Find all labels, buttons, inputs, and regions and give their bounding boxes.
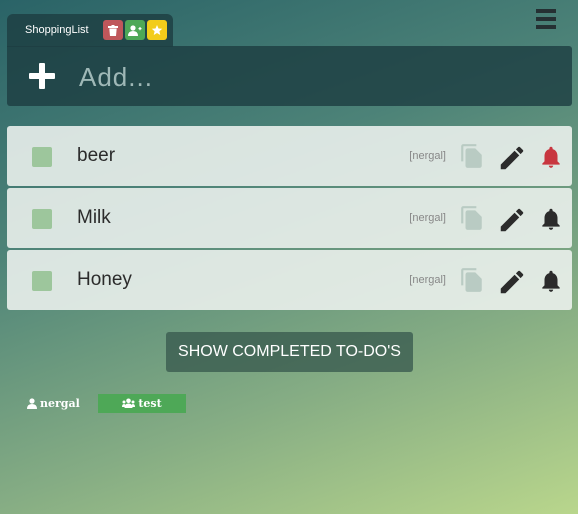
bell-icon[interactable]	[538, 267, 564, 295]
plus-icon[interactable]	[27, 61, 57, 91]
todo-item: beer [nergal]	[7, 126, 572, 186]
show-completed-button[interactable]: SHOW COMPLETED TO-DO'S	[166, 332, 413, 372]
item-checkbox[interactable]	[32, 271, 52, 291]
add-item-input[interactable]	[77, 56, 551, 98]
user-name: nergal	[40, 397, 80, 410]
bell-icon[interactable]	[538, 205, 564, 233]
share-list-button[interactable]	[125, 20, 145, 40]
item-owner: [nergal]	[409, 212, 446, 224]
edit-icon[interactable]	[497, 143, 527, 173]
edit-icon[interactable]	[497, 267, 527, 297]
user-tag-nergal[interactable]: nergal	[27, 394, 80, 413]
group-icon	[122, 398, 136, 408]
user-name: test	[138, 397, 162, 410]
item-owner: [nergal]	[409, 150, 446, 162]
item-owner: [nergal]	[409, 274, 446, 286]
favorite-list-button[interactable]	[147, 20, 167, 40]
todo-item: Honey [nergal]	[7, 250, 572, 310]
edit-icon[interactable]	[497, 205, 527, 235]
list-tab[interactable]: ShoppingList	[7, 14, 173, 47]
copy-icon[interactable]	[459, 143, 485, 169]
item-label: Honey	[77, 269, 132, 290]
delete-list-button[interactable]	[103, 20, 123, 40]
hamburger-menu-icon[interactable]	[536, 9, 556, 29]
copy-icon[interactable]	[459, 205, 485, 231]
todo-item: Milk [nergal]	[7, 188, 572, 248]
item-label: Milk	[77, 207, 111, 228]
item-label: beer	[77, 145, 116, 166]
add-bar	[7, 46, 572, 106]
list-title: ShoppingList	[25, 24, 89, 36]
add-user-icon	[128, 24, 142, 36]
copy-icon[interactable]	[459, 267, 485, 293]
star-icon	[151, 25, 163, 35]
user-icon	[27, 398, 37, 409]
bell-icon[interactable]	[538, 143, 564, 171]
item-checkbox[interactable]	[32, 209, 52, 229]
user-tag-test[interactable]: test	[98, 394, 186, 413]
item-checkbox[interactable]	[32, 147, 52, 167]
trash-icon	[108, 24, 118, 36]
